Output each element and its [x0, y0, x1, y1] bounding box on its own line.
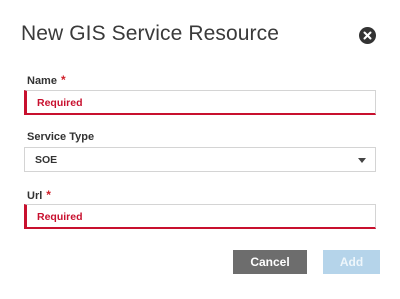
name-label-text: Name	[27, 75, 57, 87]
name-input[interactable]: Required	[24, 90, 376, 115]
name-label: Name *	[27, 73, 66, 87]
service-type-select[interactable]: SOE	[24, 147, 376, 172]
new-gis-service-resource-dialog: New GIS Service Resource Name * Required …	[0, 0, 400, 299]
dialog-title: New GIS Service Resource	[21, 22, 279, 45]
chevron-down-icon	[358, 158, 366, 163]
service-type-label: Service Type	[27, 131, 95, 143]
url-label: Url *	[27, 188, 51, 202]
url-required-mark: *	[46, 188, 51, 202]
url-label-text: Url	[27, 190, 43, 202]
url-input[interactable]: Required	[24, 204, 376, 229]
name-required-mark: *	[60, 73, 66, 87]
name-validation-text: Required	[37, 97, 83, 109]
add-button[interactable]: Add	[323, 250, 380, 274]
cancel-button[interactable]: Cancel	[233, 250, 307, 274]
service-type-value: SOE	[35, 154, 58, 166]
url-validation-text: Required	[37, 211, 83, 223]
close-icon[interactable]	[359, 27, 376, 44]
